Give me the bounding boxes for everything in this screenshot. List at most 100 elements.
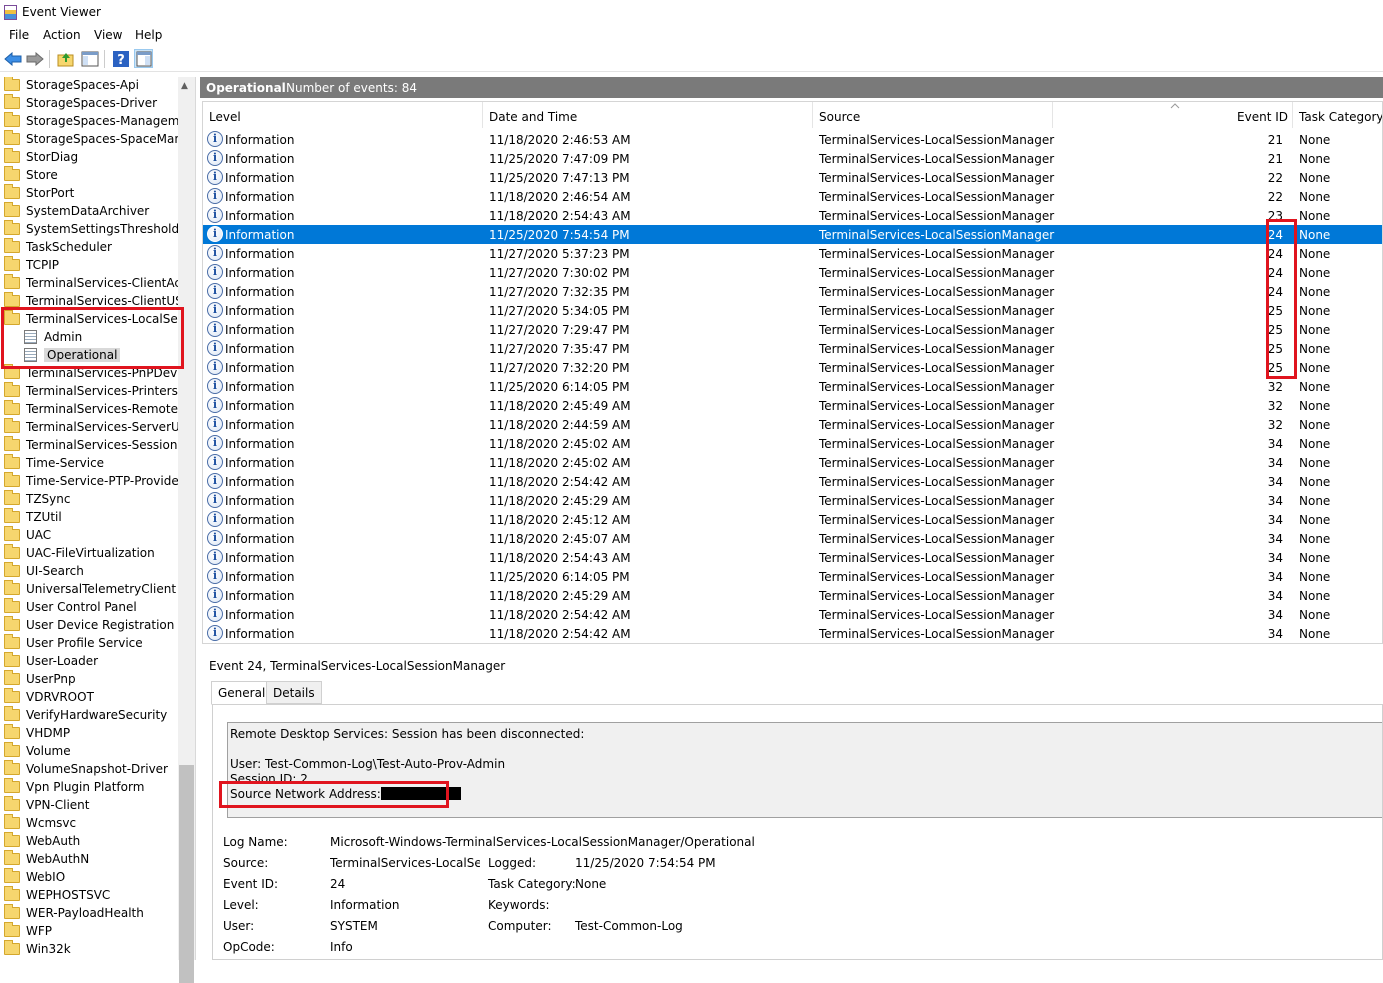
source-cell: TerminalServices-LocalSessionManager	[819, 228, 1055, 242]
tree-folder-item[interactable]: VolumeSnapshot-Driver	[4, 760, 168, 780]
back-button[interactable]	[3, 49, 22, 68]
table-row[interactable]: i Information 11/18/2020 2:46:54 AM Termina…	[203, 187, 1382, 206]
table-row[interactable]: i Information 11/27/2020 7:29:47 PM Termina…	[203, 320, 1382, 339]
tree-folder-item[interactable]: TerminalServices-ServerUSBDevices	[4, 418, 195, 438]
tree-folder-item[interactable]: SystemDataArchiver	[4, 202, 149, 222]
tree-folder-item[interactable]: TerminalServices-SessionBroker-Client	[4, 436, 195, 456]
table-row[interactable]: i Information 11/18/2020 2:54:43 AM Termina…	[203, 206, 1382, 225]
tree-folder-item[interactable]: Win32k	[4, 940, 71, 960]
column-header-task-category[interactable]: Task Category	[1293, 102, 1382, 128]
tree-folder-item[interactable]: StorDiag	[4, 148, 78, 168]
tree-folder-item[interactable]: Time-Service	[4, 454, 104, 474]
information-icon: i	[207, 606, 223, 622]
forward-button[interactable]	[25, 49, 44, 68]
tree-folder-item[interactable]: TerminalServices-RemoteConnectionManager	[4, 400, 195, 420]
menu-view[interactable]: View	[94, 28, 122, 42]
table-row[interactable]: i Information 11/18/2020 2:46:53 AM Termina…	[203, 130, 1382, 149]
table-row[interactable]: i Information 11/27/2020 7:30:02 PM Termina…	[203, 263, 1382, 282]
tree-folder-item[interactable]: VDRVROOT	[4, 688, 94, 708]
tree-folder-item[interactable]: TaskScheduler	[4, 238, 112, 258]
tree-folder-item[interactable]: User Device Registration	[4, 616, 174, 636]
help-button[interactable]: ?	[111, 49, 130, 68]
scrollbar-thumb[interactable]	[179, 765, 194, 983]
show-hide-tree-button[interactable]	[80, 49, 99, 68]
opcode-value: Info	[330, 940, 353, 954]
column-header-source[interactable]: Source	[813, 102, 1053, 128]
task-category-cell: None	[1299, 551, 1331, 565]
table-row[interactable]: i Information 11/25/2020 7:47:13 PM Termina…	[203, 168, 1382, 187]
table-row[interactable]: i Information 11/25/2020 7:54:54 PM Termina…	[203, 225, 1382, 244]
tree-folder-item[interactable]: StorPort	[4, 184, 74, 204]
task-category-cell: None	[1299, 361, 1331, 375]
table-row[interactable]: i Information 11/27/2020 7:35:47 PM Termina…	[203, 339, 1382, 358]
table-row[interactable]: i Information 11/18/2020 2:54:43 AM Termina…	[203, 548, 1382, 567]
date-cell: 11/25/2020 7:47:09 PM	[489, 152, 630, 166]
table-row[interactable]: i Information 11/18/2020 2:54:42 AM Termina…	[203, 624, 1382, 643]
tree-item-label: WebAuthN	[26, 852, 90, 866]
tree-folder-item[interactable]: SystemSettingsThreshold	[4, 220, 179, 240]
table-row[interactable]: i Information 11/18/2020 2:45:29 AM Termina…	[203, 491, 1382, 510]
table-row[interactable]: i Information 11/25/2020 6:14:05 PM Termina…	[203, 377, 1382, 396]
show-action-pane-button[interactable]	[134, 49, 153, 68]
table-row[interactable]: i Information 11/18/2020 2:45:02 AM Termina…	[203, 453, 1382, 472]
table-row[interactable]: i Information 11/25/2020 7:47:09 PM Termina…	[203, 149, 1382, 168]
folder-icon	[4, 472, 20, 487]
tree-folder-item[interactable]: Volume	[4, 742, 71, 762]
table-row[interactable]: i Information 11/18/2020 2:45:49 AM Termina…	[203, 396, 1382, 415]
table-row[interactable]: i Information 11/18/2020 2:45:29 AM Termina…	[203, 586, 1382, 605]
tree-folder-item[interactable]: StorageSpaces-ManagementAgent	[4, 112, 195, 132]
tree-folder-item[interactable]: VerifyHardwareSecurity	[4, 706, 167, 726]
tree-folder-item[interactable]: User Profile Service	[4, 634, 143, 654]
tree-folder-item[interactable]: VHDMP	[4, 724, 70, 744]
menu-file[interactable]: File	[9, 28, 29, 42]
table-row[interactable]: i Information 11/27/2020 5:34:05 PM Termina…	[203, 301, 1382, 320]
tree-folder-item[interactable]: WebAuth	[4, 832, 80, 852]
tree-folder-item[interactable]: UAC-FileVirtualization	[4, 544, 155, 564]
scroll-up-icon[interactable]: ▲	[181, 81, 188, 91]
table-row[interactable]: i Information 11/18/2020 2:54:42 AM Termina…	[203, 605, 1382, 624]
level-cell: Information	[225, 418, 295, 432]
tree-folder-item[interactable]: WebAuthN	[4, 850, 90, 870]
table-row[interactable]: i Information 11/27/2020 5:37:23 PM Termina…	[203, 244, 1382, 263]
tree-folder-item[interactable]: WebIO	[4, 868, 65, 888]
source-cell: TerminalServices-LocalSessionManager	[819, 133, 1055, 147]
tree-folder-item[interactable]: UserPnp	[4, 670, 76, 690]
table-row[interactable]: i Information 11/27/2020 7:32:35 PM Termina…	[203, 282, 1382, 301]
task-category-cell: None	[1299, 190, 1331, 204]
column-header-date[interactable]: Date and Time	[483, 102, 813, 128]
tree-item-label: TaskScheduler	[26, 240, 112, 254]
menu-action[interactable]: Action	[43, 28, 81, 42]
tree-folder-item[interactable]: VPN-Client	[4, 796, 90, 816]
tree-folder-item[interactable]: UniversalTelemetryClient	[4, 580, 176, 600]
table-row[interactable]: i Information 11/27/2020 7:32:20 PM Termina…	[203, 358, 1382, 377]
tree-folder-item[interactable]: TerminalServices-ClientActiveXCore	[4, 274, 195, 294]
tree-folder-item[interactable]: StorageSpaces-Driver	[4, 94, 157, 114]
source-cell: TerminalServices-LocalSessionManager	[819, 304, 1055, 318]
tree-scrollbar[interactable]: ▲	[178, 77, 195, 983]
table-row[interactable]: i Information 11/18/2020 2:45:12 AM Termina…	[203, 510, 1382, 529]
tree-folder-item[interactable]: TerminalServices-Printers	[4, 382, 178, 402]
tree-folder-item[interactable]: WER-PayloadHealth	[4, 904, 144, 924]
tree-folder-item[interactable]: Time-Service-PTP-Provider	[4, 472, 184, 492]
tree-folder-item[interactable]: StorageSpaces-SpaceManager	[4, 130, 195, 150]
table-row[interactable]: i Information 11/25/2020 6:14:05 PM Termina…	[203, 567, 1382, 586]
tree-item-label: StorageSpaces-Api	[26, 78, 139, 92]
tab-general[interactable]: General	[211, 681, 273, 705]
table-row[interactable]: i Information 11/18/2020 2:45:02 AM Termina…	[203, 434, 1382, 453]
column-header-level[interactable]: Level	[203, 102, 483, 128]
tree-folder-item[interactable]: User-Loader	[4, 652, 98, 672]
tree-folder-item[interactable]: TZSync	[4, 490, 70, 510]
table-row[interactable]: i Information 11/18/2020 2:45:07 AM Termina…	[203, 529, 1382, 548]
tree-folder-item[interactable]: WEPHOSTSVC	[4, 886, 110, 906]
table-row[interactable]: i Information 11/18/2020 2:44:59 AM Termina…	[203, 415, 1382, 434]
tab-details[interactable]: Details	[266, 681, 322, 704]
tree-folder-item[interactable]: StorageSpaces-Api	[4, 77, 139, 96]
tree-folder-item[interactable]: User Control Panel	[4, 598, 137, 618]
tree-folder-item[interactable]: Vpn Plugin Platform	[4, 778, 144, 798]
table-row[interactable]: i Information 11/18/2020 2:54:42 AM Termina…	[203, 472, 1382, 491]
tree-folder-item[interactable]: UI-Search	[4, 562, 84, 582]
tree-item-label: User Control Panel	[26, 600, 137, 614]
up-folder-button[interactable]	[56, 49, 75, 68]
menu-help[interactable]: Help	[135, 28, 162, 42]
tree-folder-item[interactable]: Wcmsvc	[4, 814, 76, 834]
